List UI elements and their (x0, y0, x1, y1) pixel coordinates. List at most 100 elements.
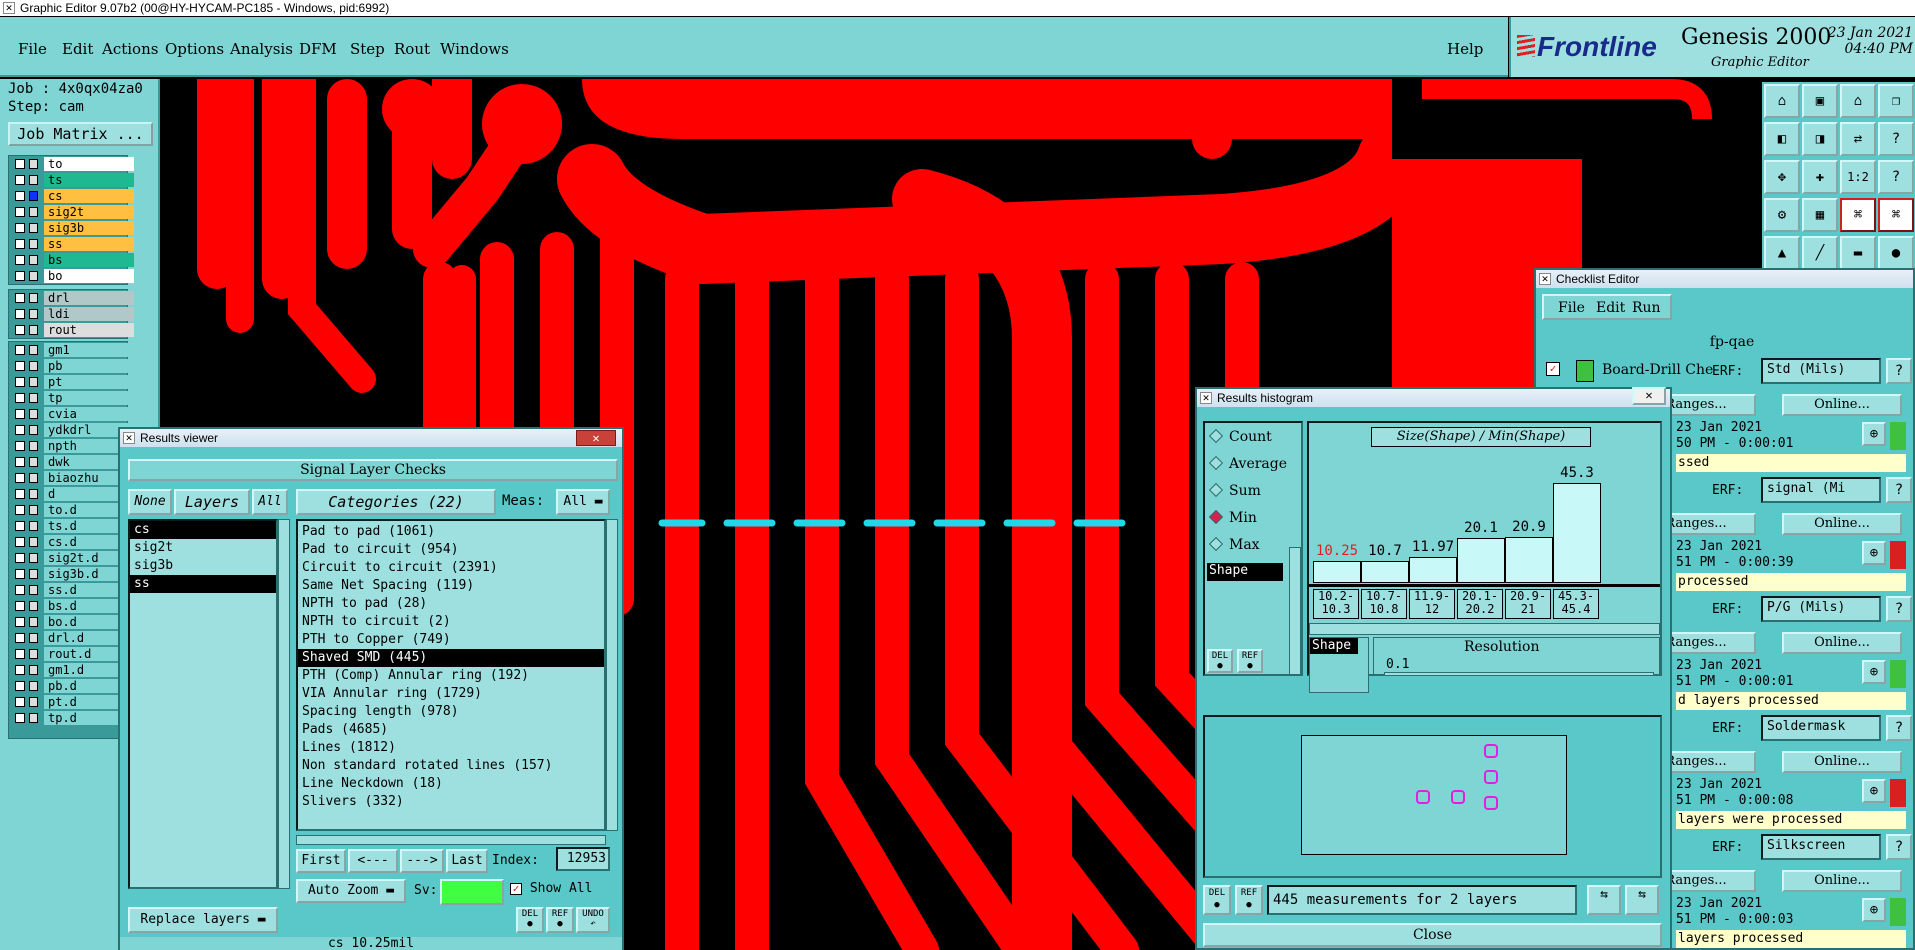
menu-edit[interactable]: Edit (62, 40, 93, 58)
histogram-prev-icon[interactable]: ⇆ (1587, 885, 1621, 915)
layer-name[interactable]: to (44, 157, 134, 171)
erf-help-icon[interactable]: ? (1886, 358, 1912, 384)
layer-select-box[interactable] (29, 665, 38, 675)
histogram-option-average[interactable]: Average (1208, 455, 1287, 472)
index-field[interactable]: 12953 (556, 847, 610, 871)
layers-none-button[interactable]: None (128, 489, 172, 515)
erf-help-icon[interactable]: ? (1886, 715, 1912, 741)
layer-visibility-checkbox[interactable] (15, 697, 25, 707)
erf-field[interactable]: Soldermask (1761, 715, 1881, 741)
layer-visibility-checkbox[interactable] (15, 223, 25, 233)
viewer-ref-button[interactable]: REF ● (546, 907, 574, 933)
tool-settings-icon[interactable]: ⚙ (1764, 198, 1800, 232)
online-button[interactable]: Online... (1782, 632, 1902, 654)
layer-select-box[interactable] (29, 255, 38, 265)
layer-row[interactable]: bs.d (9, 598, 134, 614)
menu-options[interactable]: Options (165, 40, 224, 58)
tool-scale-icon[interactable]: 1:2 (1840, 160, 1876, 194)
layer-select-box[interactable] (29, 601, 38, 611)
layer-select-box[interactable] (29, 239, 38, 249)
next-button[interactable]: ---> (400, 849, 444, 873)
layer-visibility-checkbox[interactable] (15, 377, 25, 387)
layer-select-box[interactable] (29, 345, 38, 355)
tool-copy-icon[interactable]: ❐ (1878, 84, 1914, 118)
viewer-close-icon[interactable]: ✕ (576, 430, 616, 446)
menu-step[interactable]: Step (350, 40, 385, 58)
histogram-close-button[interactable]: Close (1203, 923, 1662, 947)
layer-row[interactable]: ldi (9, 306, 134, 322)
layer-name[interactable]: gm1 (44, 343, 134, 357)
layer-name[interactable]: drl (44, 291, 134, 305)
layer-select-box[interactable] (29, 617, 38, 627)
category-item[interactable]: Spacing length (978) (298, 703, 604, 721)
category-item[interactable]: Non standard rotated lines (157) (298, 757, 604, 775)
preview-del-button[interactable]: DEL ● (1203, 885, 1231, 915)
layer-visibility-checkbox[interactable] (15, 537, 25, 547)
layer-select-box[interactable] (29, 175, 38, 185)
layer-select-box[interactable] (29, 681, 38, 691)
layer-list-item[interactable]: ss (130, 575, 276, 593)
sv-color-dropdown[interactable] (440, 879, 504, 905)
tool-help-icon[interactable]: ? (1878, 122, 1914, 156)
layer-select-box[interactable] (29, 633, 38, 643)
histogram-bar[interactable] (1505, 537, 1553, 583)
histogram-bar[interactable] (1553, 483, 1601, 583)
layer-visibility-checkbox[interactable] (15, 325, 25, 335)
layer-name[interactable]: bs (44, 253, 134, 267)
layer-visibility-checkbox[interactable] (15, 457, 25, 467)
layer-visibility-checkbox[interactable] (15, 191, 25, 201)
layer-row[interactable]: tp.d (9, 710, 134, 726)
online-button[interactable]: Online... (1782, 513, 1902, 535)
layer-visibility-checkbox[interactable] (15, 393, 25, 403)
layer-visibility-checkbox[interactable] (15, 553, 25, 563)
layer-select-box[interactable] (29, 553, 38, 563)
layer-visibility-checkbox[interactable] (15, 489, 25, 499)
tool-save-icon[interactable]: ▣ (1802, 84, 1838, 118)
histogram-option-max[interactable]: Max (1208, 536, 1260, 553)
category-item[interactable]: Circuit to circuit (2391) (298, 559, 604, 577)
histogram-options-scrollbar[interactable] (1289, 547, 1301, 675)
layer-visibility-checkbox[interactable] (15, 309, 25, 319)
check-name[interactable]: Board-Drill Che (1602, 362, 1713, 378)
categories-label[interactable]: Categories (22) (296, 489, 496, 515)
layer-list-item[interactable]: sig3b (130, 557, 276, 575)
menu-analysis[interactable]: Analysis (230, 40, 293, 58)
category-item[interactable]: Same Net Spacing (119) (298, 577, 604, 595)
layer-select-box[interactable] (29, 489, 38, 499)
layer-row[interactable]: biaozhu (9, 470, 134, 486)
layer-select-box[interactable] (29, 271, 38, 281)
category-item[interactable]: PTH (Comp) Annular ring (192) (298, 667, 604, 685)
preview-ref-button[interactable]: REF ● (1235, 885, 1263, 915)
layer-row[interactable]: ss.d (9, 582, 134, 598)
histogram-next-icon[interactable]: ⇆ (1625, 885, 1659, 915)
checklist-menu-run[interactable]: Run (1632, 300, 1661, 316)
checklist-menu-file[interactable]: File (1558, 300, 1585, 316)
layer-row[interactable]: ts (9, 172, 134, 188)
menu-rout[interactable]: Rout (394, 40, 430, 58)
layer-row[interactable]: ss (9, 236, 134, 252)
categories-hscroll[interactable] (296, 835, 606, 845)
layer-visibility-checkbox[interactable] (15, 271, 25, 281)
show-all-checkbox[interactable]: ✓ Show All (510, 881, 592, 896)
checklist-menu-edit[interactable]: Edit (1596, 300, 1625, 316)
layer-row[interactable]: pb (9, 358, 134, 374)
layer-row[interactable]: sig3b.d (9, 566, 134, 582)
layer-select-box[interactable] (29, 569, 38, 579)
layer-list-item[interactable]: sig2t (130, 539, 276, 557)
layer-visibility-checkbox[interactable] (15, 159, 25, 169)
replace-layers-dropdown[interactable]: Replace layers ▬ (128, 907, 278, 933)
layer-select-box[interactable] (29, 361, 38, 371)
layer-visibility-checkbox[interactable] (15, 293, 25, 303)
histogram-hscroll[interactable] (1309, 623, 1660, 635)
histogram-bar[interactable] (1313, 561, 1361, 583)
job-matrix-button[interactable]: Job Matrix ... (8, 122, 153, 146)
auto-zoom-dropdown[interactable]: Auto Zoom ▬ (296, 879, 406, 903)
layers-list[interactable]: cs sig2t sig3b ss (128, 519, 278, 889)
layer-row[interactable]: rout.d (9, 646, 134, 662)
layer-row[interactable]: dwk (9, 454, 134, 470)
layer-row[interactable]: bo (9, 268, 134, 284)
tool-move-icon[interactable]: ▲ (1764, 236, 1800, 270)
layer-row[interactable]: to (9, 156, 134, 172)
layer-row[interactable]: gm1 (9, 342, 134, 358)
histogram-option-count[interactable]: Count (1208, 428, 1272, 445)
